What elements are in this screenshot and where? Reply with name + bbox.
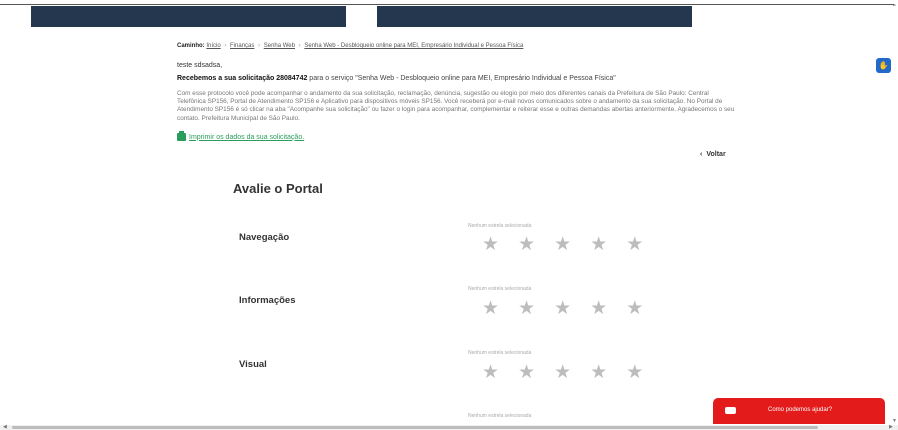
star-icon[interactable]: ★ bbox=[518, 363, 535, 382]
star-icon[interactable]: ★ bbox=[482, 235, 499, 254]
print-link[interactable]: Imprimir os dados da sua solicitação. bbox=[177, 131, 305, 141]
scroll-down-icon[interactable]: ▼ bbox=[892, 418, 897, 424]
top-divider bbox=[0, 4, 894, 5]
window-corner-mark: - bbox=[892, 0, 896, 11]
header-block-right bbox=[377, 6, 692, 27]
star-icon[interactable]: ★ bbox=[626, 363, 643, 382]
breadcrumb-item-senha-web[interactable]: Senha Web bbox=[264, 43, 295, 49]
criterion-label-visual: Visual bbox=[239, 359, 267, 370]
star-icon[interactable]: ★ bbox=[482, 363, 499, 382]
printer-icon bbox=[177, 131, 186, 141]
star-icon[interactable]: ★ bbox=[626, 299, 643, 318]
star-icon[interactable]: ★ bbox=[554, 363, 571, 382]
chat-bubble-icon bbox=[725, 407, 736, 414]
protocol-number: Recebemos a sua solicitação 28084742 bbox=[177, 75, 308, 82]
received-line: Recebemos a sua solicitação 28084742 par… bbox=[177, 75, 616, 82]
breadcrumb-separator: › bbox=[224, 43, 227, 49]
star-rating-informacoes: ★ ★ ★ ★ ★ bbox=[482, 299, 643, 318]
star-icon[interactable]: ★ bbox=[518, 235, 535, 254]
chevron-left-icon: ‹ bbox=[700, 151, 703, 158]
breadcrumb-separator: › bbox=[298, 43, 301, 49]
star-icon[interactable]: ★ bbox=[626, 235, 643, 254]
back-button[interactable]: ‹ Voltar bbox=[700, 151, 726, 158]
none-selected-text: Nenhum estrela selecionada bbox=[468, 413, 532, 419]
breadcrumb-item-current[interactable]: Senha Web - Desbloqueio online para MEI,… bbox=[304, 43, 523, 49]
scroll-right-icon[interactable]: ▶ bbox=[889, 424, 893, 430]
service-name: para o serviço "Senha Web - Desbloqueio … bbox=[307, 75, 616, 82]
criterion-label-navegacao: Navegação bbox=[239, 232, 290, 243]
star-icon[interactable]: ★ bbox=[590, 363, 607, 382]
chat-button[interactable]: Como podemos ajudar? bbox=[713, 398, 885, 424]
star-icon[interactable]: ★ bbox=[554, 235, 571, 254]
greeting-text: teste sdsadsa, bbox=[177, 62, 223, 69]
star-icon[interactable]: ★ bbox=[590, 299, 607, 318]
star-icon[interactable]: ★ bbox=[554, 299, 571, 318]
header-block-left bbox=[31, 6, 346, 27]
breadcrumb-separator: › bbox=[258, 43, 261, 49]
criterion-label-informacoes: Informações bbox=[239, 295, 296, 306]
star-icon[interactable]: ★ bbox=[590, 235, 607, 254]
star-rating-visual: ★ ★ ★ ★ ★ bbox=[482, 363, 643, 382]
breadcrumb-label: Caminho: bbox=[177, 43, 205, 49]
chat-button-label: Como podemos ajudar? bbox=[768, 407, 833, 413]
none-selected-text: Nenhum estrela selecionada bbox=[468, 223, 532, 229]
star-icon[interactable]: ★ bbox=[482, 299, 499, 318]
scroll-left-icon[interactable]: ◀ bbox=[3, 424, 7, 430]
breadcrumb-item-inicio[interactable]: Início bbox=[206, 43, 220, 49]
none-selected-text: Nenhum estrela selecionada bbox=[468, 350, 532, 356]
breadcrumb-item-financas[interactable]: Finanças bbox=[230, 43, 254, 49]
horizontal-scrollbar-thumb[interactable] bbox=[12, 426, 818, 429]
none-selected-text: Nenhum estrela selecionada bbox=[468, 286, 532, 292]
protocol-paragraph: Com esse protocolo você pode acompanhar … bbox=[177, 90, 735, 122]
accessibility-badge-icon[interactable]: ✋ bbox=[876, 58, 891, 73]
print-link-label: Imprimir os dados da sua solicitação. bbox=[189, 133, 305, 141]
rating-title: Avalie o Portal bbox=[233, 181, 323, 196]
breadcrumb: Caminho: Início › Finanças › Senha Web ›… bbox=[177, 43, 523, 49]
star-icon[interactable]: ★ bbox=[518, 299, 535, 318]
star-rating-navegacao: ★ ★ ★ ★ ★ bbox=[482, 235, 643, 254]
back-label: Voltar bbox=[706, 151, 726, 158]
